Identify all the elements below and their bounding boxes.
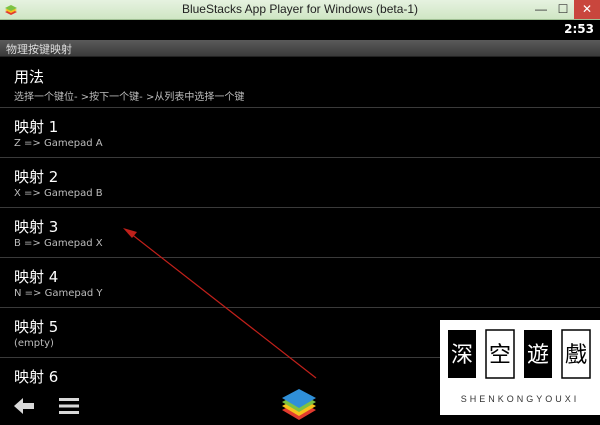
list-item-title: 映射 1 <box>14 118 59 136</box>
menu-icon[interactable] <box>56 393 82 419</box>
list-item-usage[interactable]: 用法 选择一个键位- >按下一个键- >从列表中选择一个键 <box>0 58 600 108</box>
list-item-subtitle: Z => Gamepad A <box>14 138 103 149</box>
list-item-mapping-3[interactable]: 映射 3 B => Gamepad X <box>0 208 600 258</box>
status-clock: 2:53 <box>564 22 594 36</box>
status-bar: 2:53 <box>0 20 600 40</box>
bluestacks-logo-icon[interactable] <box>280 388 318 424</box>
list-item-subtitle: (empty) <box>14 338 54 349</box>
svg-text:遊: 遊 <box>527 343 549 368</box>
window-title: BlueStacks App Player for Windows (beta-… <box>181 2 419 16</box>
watermark: 深 空 遊 戲 SHENKONGYOUXI <box>440 320 600 415</box>
list-item-title: 映射 6 <box>14 368 59 386</box>
list-item-mapping-1[interactable]: 映射 1 Z => Gamepad A <box>0 108 600 158</box>
list-item-subtitle: 选择一个键位- >按下一个键- >从列表中选择一个键 <box>14 92 245 103</box>
list-item-title: 用法 <box>14 68 45 86</box>
svg-text:深: 深 <box>451 343 473 368</box>
list-item-mapping-4[interactable]: 映射 4 N => Gamepad Y <box>0 258 600 308</box>
list-item-subtitle: X => Gamepad B <box>14 188 103 199</box>
close-button[interactable]: ✕ <box>574 0 600 19</box>
watermark-text: SHENKONGYOUXI <box>460 394 580 404</box>
maximize-button[interactable]: ☐ <box>552 0 574 19</box>
activity-title: 物理按键映射 <box>6 43 72 56</box>
svg-text:空: 空 <box>489 343 511 368</box>
activity-titlebar: 物理按键映射 <box>0 40 600 57</box>
svg-text:戲: 戲 <box>565 343 587 368</box>
list-item-mapping-2[interactable]: 映射 2 X => Gamepad B <box>0 158 600 208</box>
list-item-title: 映射 5 <box>14 318 59 336</box>
watermark-logo: 深 空 遊 戲 <box>448 329 591 379</box>
list-item-title: 映射 2 <box>14 168 59 186</box>
window-titlebar: BlueStacks App Player for Windows (beta-… <box>0 0 600 20</box>
list-item-subtitle: N => Gamepad Y <box>14 288 103 299</box>
list-item-title: 映射 3 <box>14 218 59 236</box>
back-arrow-icon[interactable] <box>10 392 38 420</box>
list-item-subtitle: B => Gamepad X <box>14 238 103 249</box>
minimize-button[interactable]: — <box>530 0 552 19</box>
list-item-title: 映射 4 <box>14 268 59 286</box>
